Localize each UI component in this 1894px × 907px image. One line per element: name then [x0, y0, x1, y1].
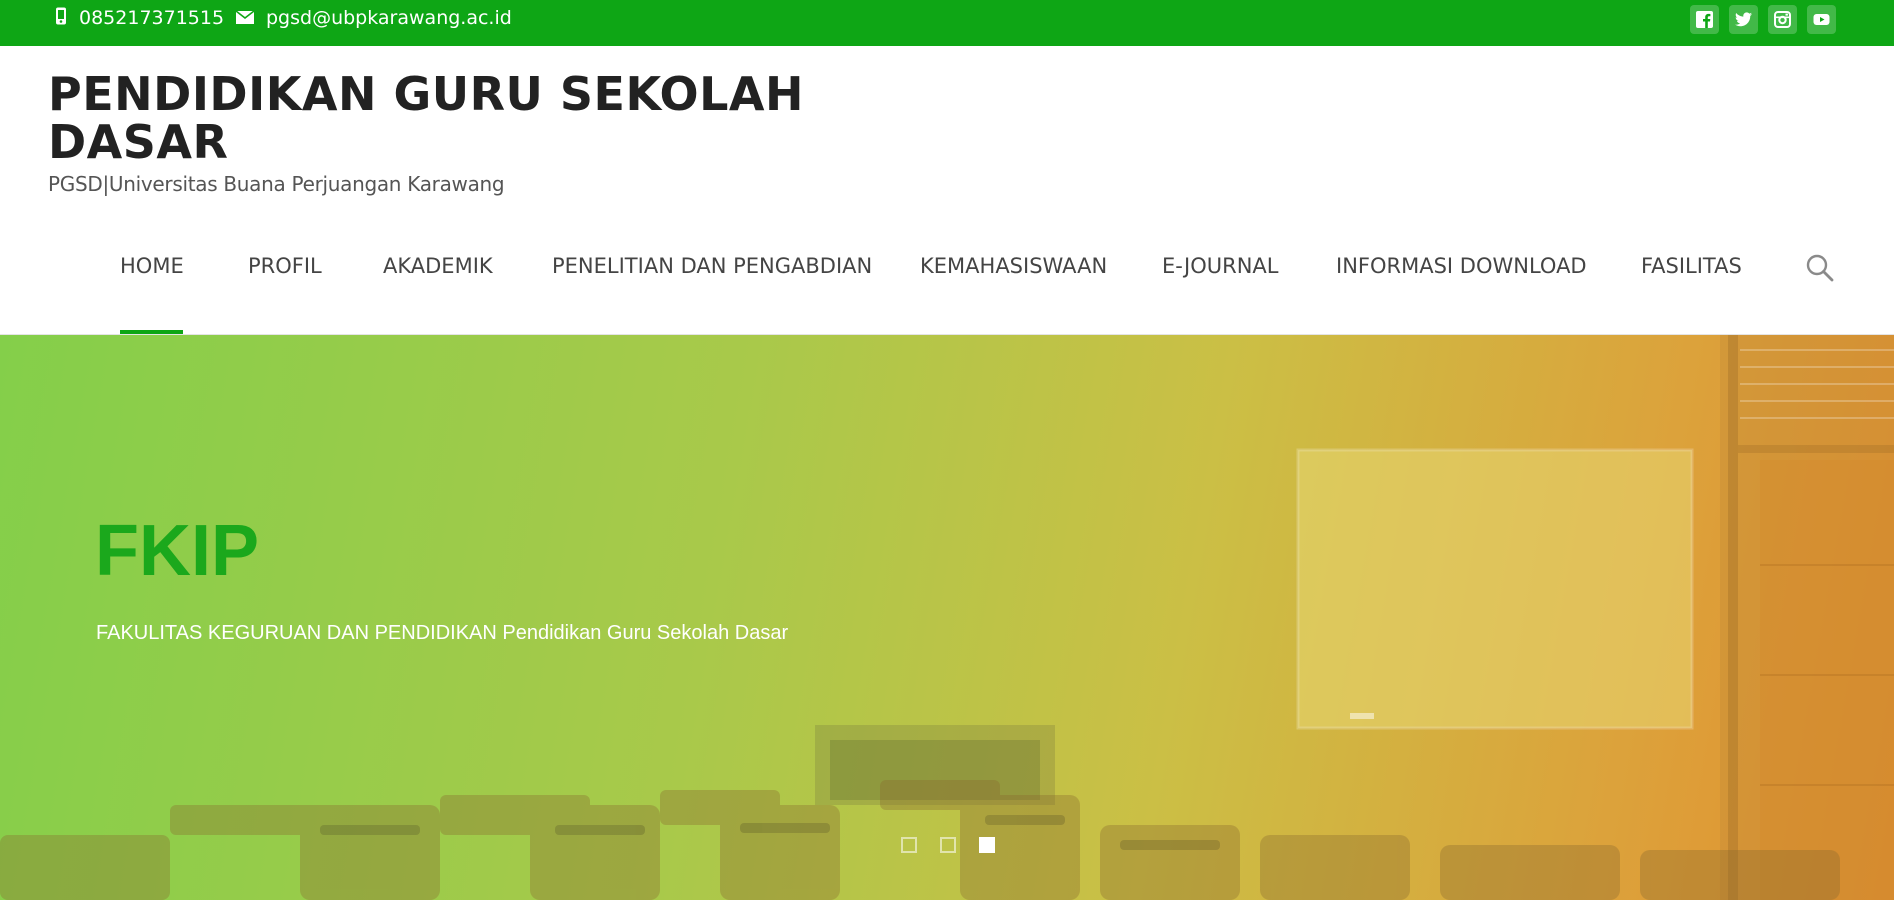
email-address: pgsd@ubpkarawang.ac.id [266, 7, 512, 29]
slider-dot-3[interactable] [979, 837, 995, 853]
facebook-icon [1696, 11, 1713, 28]
main-nav: HOME PROFIL AKADEMIK PENELITIAN DAN PENG… [0, 248, 1894, 288]
phone-number: 085217371515 [79, 7, 225, 29]
nav-item-penelitian-dan-pengabdian[interactable]: PENELITIAN DAN PENGABDIAN [552, 248, 872, 284]
site-title[interactable]: PENDIDIKAN GURU SEKOLAH DASAR [48, 70, 808, 166]
nav-item-e-journal[interactable]: E-JOURNAL [1162, 248, 1278, 284]
youtube-icon [1813, 14, 1830, 25]
email-contact[interactable]: pgsd@ubpkarawang.ac.id [235, 0, 512, 36]
classroom-background-image [0, 335, 1894, 900]
search-icon [1806, 254, 1834, 282]
site-tagline: PGSD|Universitas Buana Perjuangan Karawa… [48, 172, 505, 196]
hero-title: FKIP [95, 511, 260, 591]
mobile-phone-icon [55, 7, 67, 30]
nav-item-kemahasiswaan[interactable]: KEMAHASISWAAN [920, 248, 1107, 284]
top-bar: 085217371515 pgsd@ubpkarawang.ac.id [0, 0, 1894, 46]
slider-dot-1[interactable] [901, 837, 917, 853]
twitter-icon [1735, 12, 1752, 27]
nav-item-fasilitas[interactable]: FASILITAS [1641, 248, 1742, 284]
youtube-link[interactable] [1807, 5, 1836, 34]
hero-slider: FKIP FAKULITAS KEGURUAN DAN PENDIDIKAN P… [0, 335, 1894, 900]
nav-item-home[interactable]: HOME [120, 248, 184, 284]
search-button[interactable] [1804, 252, 1836, 284]
nav-item-informasi-download[interactable]: INFORMASI DOWNLOAD [1336, 248, 1587, 284]
hero-subtitle: FAKULITAS KEGURUAN DAN PENDIDIKAN Pendid… [96, 622, 789, 644]
slider-dot-2[interactable] [940, 837, 956, 853]
nav-item-profil[interactable]: PROFIL [248, 248, 322, 284]
twitter-link[interactable] [1729, 5, 1758, 34]
instagram-link[interactable] [1768, 5, 1797, 34]
nav-item-akademik[interactable]: AKADEMIK [383, 248, 493, 284]
facebook-link[interactable] [1690, 5, 1719, 34]
instagram-icon [1774, 11, 1791, 28]
envelope-icon [235, 7, 255, 29]
phone-contact[interactable]: 085217371515 [55, 0, 224, 36]
